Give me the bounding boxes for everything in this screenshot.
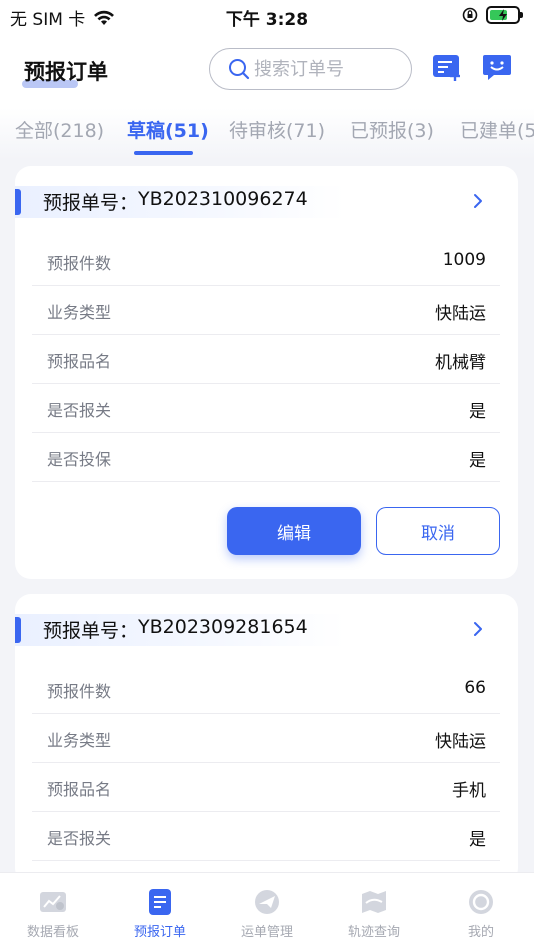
- search-input[interactable]: [254, 58, 404, 80]
- map-icon: [362, 891, 386, 913]
- plane-icon: [255, 890, 279, 914]
- tab-all[interactable]: 全部(218): [15, 116, 104, 143]
- profile-icon: [469, 890, 493, 914]
- status-bar: 无 SIM 卡 下午 3:28: [0, 0, 534, 32]
- detail-row: 是否报关 是: [32, 384, 500, 433]
- detail-row: 预报件数 66: [32, 665, 500, 714]
- detail-row: 预报品名 手机: [32, 763, 500, 812]
- status-tabs: 全部(218) 草稿(51) 待审核(71) 已预报(3) 已建单(5: [0, 108, 534, 160]
- order-card[interactable]: 预报单号： YB202309281654 预报件数 66 业务类型 快陆运 预报…: [15, 594, 518, 884]
- edit-button[interactable]: 编辑: [227, 507, 361, 555]
- dashboard-icon: [40, 892, 66, 912]
- order-details: 预报件数 1009 业务类型 快陆运 预报品名 机械臂 是否报关 是 是否投保 …: [32, 237, 500, 482]
- order-details: 预报件数 66 业务类型 快陆运 预报品名 手机 是否报关 是: [32, 665, 500, 861]
- battery-icon: [486, 6, 523, 24]
- search-icon: [229, 59, 250, 80]
- order-number: 预报单号： YB202309281654: [43, 616, 308, 642]
- tab-pending-review[interactable]: 待审核(71): [229, 116, 325, 143]
- tab-created[interactable]: 已建单(5: [460, 116, 534, 143]
- nav-item-orders[interactable]: 预报订单: [107, 887, 213, 940]
- nav-item-dashboard[interactable]: 数据看板: [0, 887, 106, 940]
- app-header: 预报订单: [0, 32, 534, 108]
- order-card[interactable]: 预报单号： YB202310096274 预报件数 1009 业务类型 快陆运 …: [15, 166, 518, 579]
- detail-row: 业务类型 快陆运: [32, 286, 500, 335]
- active-tab-indicator: [134, 151, 193, 155]
- order-number: 预报单号： YB202310096274: [43, 188, 308, 214]
- order-icon: [149, 889, 171, 915]
- orientation-lock-icon: [462, 7, 478, 23]
- detail-row: 是否投保 是: [32, 433, 500, 482]
- page-title: 预报订单: [24, 60, 108, 84]
- detail-row: 预报件数 1009: [32, 237, 500, 286]
- tab-forecasted[interactable]: 已预报(3): [350, 116, 434, 143]
- detail-row: 业务类型 快陆运: [32, 714, 500, 763]
- nav-item-tracking[interactable]: 轨迹查询: [321, 887, 427, 940]
- nav-item-waybills[interactable]: 运单管理: [214, 887, 320, 940]
- search-box[interactable]: [209, 48, 412, 90]
- clock: 下午 3:28: [225, 10, 309, 30]
- tab-draft[interactable]: 草稿(51): [127, 116, 209, 143]
- message-icon[interactable]: [482, 54, 512, 82]
- chevron-right-icon[interactable]: [472, 620, 484, 638]
- detail-row: 预报品名 机械臂: [32, 335, 500, 384]
- nav-item-profile[interactable]: 我的: [428, 887, 534, 940]
- bottom-nav: 数据看板 预报订单 运单管理 轨迹查询 我的: [0, 872, 534, 950]
- chevron-right-icon[interactable]: [472, 192, 484, 210]
- detail-row: 是否报关 是: [32, 812, 500, 861]
- cancel-button[interactable]: 取消: [376, 507, 500, 555]
- new-order-icon[interactable]: [432, 54, 462, 82]
